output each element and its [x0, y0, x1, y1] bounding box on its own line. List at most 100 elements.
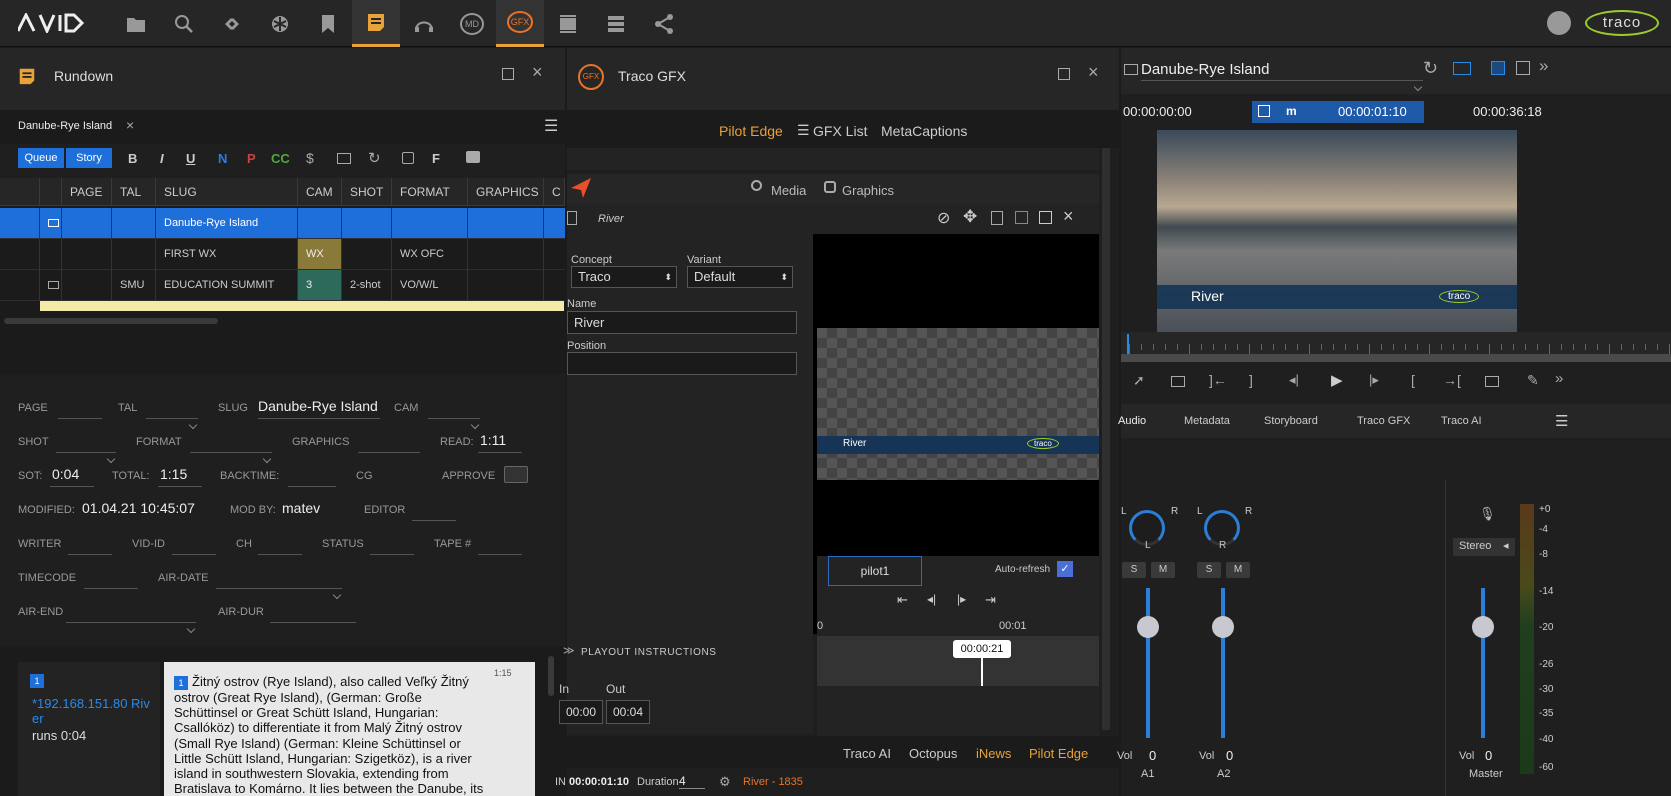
video-frame[interactable]: River traco — [1157, 130, 1517, 332]
nexis-icon[interactable] — [256, 0, 304, 47]
media-button[interactable]: Media — [771, 183, 806, 198]
col-c[interactable]: C — [544, 178, 565, 206]
n-button[interactable]: N — [218, 151, 227, 166]
a1-fader[interactable] — [1137, 616, 1159, 638]
col-cam[interactable]: CAM — [298, 178, 342, 206]
lock-icon[interactable] — [402, 152, 414, 164]
table-row[interactable]: Danube-Rye Island — [0, 208, 565, 239]
cue-link[interactable]: *192.168.151.80 River — [32, 696, 156, 726]
sot-field[interactable]: 0:04 — [52, 466, 79, 482]
bookmark-icon[interactable] — [304, 0, 352, 47]
backtime-field[interactable] — [288, 486, 336, 487]
f-button[interactable]: F — [432, 151, 440, 166]
mark-in-icon[interactable]: ]← — [1209, 372, 1227, 388]
step-forward-icon[interactable]: |▸ — [1369, 372, 1379, 388]
connect-icon[interactable] — [208, 0, 256, 47]
save-as-icon[interactable] — [1039, 211, 1052, 224]
ch-field[interactable] — [258, 554, 302, 555]
send-icon[interactable]: ➚ — [1133, 372, 1145, 389]
rundown-icon[interactable] — [352, 0, 400, 47]
play-icon[interactable]: ▶ — [1331, 371, 1343, 389]
tab-danube-rye-island[interactable]: Danube-Rye Island — [18, 120, 112, 132]
h-scrollbar[interactable] — [4, 318, 218, 324]
close-icon[interactable]: × — [1088, 62, 1099, 83]
total-field[interactable]: 1:15 — [160, 466, 187, 482]
go-in-icon[interactable]: [ — [1411, 372, 1415, 388]
tools-icon[interactable]: ✎ — [1527, 372, 1539, 389]
collapse-icon[interactable]: ≫ — [563, 644, 575, 657]
concept-select[interactable]: Traco ⬍ — [571, 266, 677, 288]
headphones-icon[interactable] — [400, 0, 448, 47]
cc-button[interactable]: CC — [271, 151, 290, 166]
tab-gfx-list[interactable]: GFX List — [813, 123, 867, 139]
position-input[interactable] — [567, 352, 797, 375]
col-format[interactable]: FORMAT — [392, 178, 468, 206]
move-icon[interactable]: ✥ — [963, 207, 977, 227]
menu-icon[interactable]: ☰ — [1555, 412, 1568, 430]
status-dur[interactable]: 4 — [679, 774, 705, 789]
slug-field[interactable]: Danube-Rye Island — [258, 398, 378, 414]
refresh-icon[interactable]: ↻ — [1423, 58, 1438, 79]
v-scrollbar[interactable] — [548, 656, 554, 696]
clip-name[interactable]: Danube-Rye Island — [1141, 61, 1269, 78]
tab-audio[interactable]: Audio — [1118, 415, 1146, 427]
writer-field[interactable] — [68, 554, 112, 555]
tab-pilot-edge[interactable]: Pilot Edge — [719, 123, 783, 139]
tl-track[interactable]: 00:00:21 — [817, 636, 1099, 686]
step-back-icon[interactable]: ◂| — [1289, 372, 1299, 388]
timecode-field[interactable] — [84, 588, 138, 589]
col-graphics[interactable]: GRAPHICS — [468, 178, 544, 206]
tape-field[interactable] — [478, 554, 522, 555]
story-text-area[interactable]: 1:15 1 Žitný ostrov (Rye Island), also ca… — [164, 662, 535, 796]
gfx-icon[interactable]: GFX — [496, 0, 544, 47]
airdur-field[interactable] — [270, 622, 356, 623]
graphics-button[interactable]: Graphics — [842, 183, 894, 198]
queue-button[interactable]: Queue — [18, 148, 64, 168]
close-icon[interactable]: × — [532, 62, 543, 83]
avid-logo[interactable] — [16, 11, 85, 35]
close-icon[interactable]: × — [1063, 206, 1074, 227]
a2-mute-button[interactable]: M — [1226, 562, 1250, 578]
underline-button[interactable]: U — [186, 151, 195, 166]
tl-cursor[interactable]: 00:00:21 — [953, 640, 1011, 658]
monitor-icon[interactable] — [1171, 376, 1185, 387]
airdate-select[interactable] — [216, 588, 342, 589]
close-tab-icon[interactable]: × — [126, 117, 134, 133]
export-icon[interactable] — [991, 211, 1003, 225]
undock-icon[interactable] — [502, 68, 514, 80]
layout-icon[interactable] — [1453, 62, 1471, 75]
name-input[interactable]: River — [567, 311, 797, 334]
variant-select[interactable]: Default ⬍ — [687, 266, 793, 288]
col-shot[interactable]: SHOT — [342, 178, 392, 206]
step-forward-icon[interactable]: |▸ — [957, 592, 966, 606]
col-tal[interactable]: TAL — [112, 178, 156, 206]
table-row[interactable]: SMU EDUCATION SUMMIT 3 2-shot VO/W/L — [0, 270, 565, 301]
airend-select[interactable] — [66, 622, 196, 623]
clip-select[interactable] — [1141, 80, 1423, 81]
tab-metadata[interactable]: Metadata — [1184, 415, 1230, 427]
tab-traco-ai[interactable]: Traco AI — [1441, 415, 1482, 427]
pilot-send-icon[interactable] — [569, 176, 593, 200]
share-icon[interactable] — [640, 0, 688, 47]
tab-pilot-edge-bottom[interactable]: Pilot Edge — [1029, 746, 1088, 761]
folder-icon[interactable] — [112, 0, 160, 47]
p-button[interactable]: P — [247, 151, 256, 166]
italic-button[interactable]: I — [160, 151, 164, 166]
tab-traco-ai[interactable]: Traco AI — [843, 746, 891, 761]
tc-position-box[interactable]: m 00:00:01:10 — [1252, 101, 1424, 123]
menu-icon[interactable]: ☰ — [544, 116, 558, 136]
dollar-icon[interactable]: $ — [306, 150, 314, 166]
bold-button[interactable]: B — [128, 151, 137, 166]
player-timeline[interactable] — [1121, 332, 1671, 362]
pilot-field[interactable]: pilot1 — [828, 556, 922, 586]
undock-icon[interactable] — [1058, 68, 1070, 80]
tal-select[interactable] — [146, 418, 198, 419]
status-field[interactable] — [370, 554, 414, 555]
master-fader[interactable] — [1472, 616, 1494, 638]
tab-traco-gfx[interactable]: Traco GFX — [1357, 415, 1410, 427]
refresh-icon[interactable]: ↻ — [368, 149, 381, 167]
tab-octopus[interactable]: Octopus — [909, 746, 957, 761]
hide-icon[interactable]: ⊘ — [937, 208, 950, 228]
shot-select[interactable] — [56, 452, 116, 453]
more-icon[interactable]: » — [1555, 370, 1563, 387]
